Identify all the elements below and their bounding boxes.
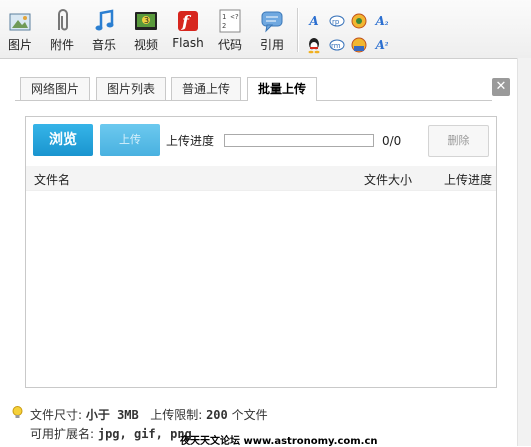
svg-text:1 <?: 1 <?: [222, 13, 239, 21]
close-button[interactable]: ✕: [492, 78, 510, 96]
quote-icon: [260, 8, 284, 34]
lightbulb-icon: [12, 406, 23, 419]
upload-button[interactable]: 上传: [100, 124, 160, 156]
allowed-extensions-text: 可用扩展名: jpg, gif, png: [30, 425, 192, 442]
toolbar-code-label: 代码: [217, 38, 242, 52]
limit-label: 上传限制:: [150, 408, 207, 422]
toolbar-music-label: 音乐: [91, 38, 116, 52]
toolbar-image-label: 图片: [7, 38, 32, 52]
size-value: 小于 3MB: [85, 408, 139, 422]
flash-icon: f: [176, 8, 200, 34]
progress-count: 0/0: [382, 134, 402, 148]
file-list-header: 文件名 文件大小 上传进度: [26, 166, 496, 191]
browse-button[interactable]: 浏览: [33, 124, 93, 156]
limit-value: 200: [206, 408, 228, 422]
music-note-icon: [92, 8, 116, 34]
svg-text:3: 3: [144, 16, 149, 25]
toolbar-quote-button[interactable]: 引用: [252, 8, 292, 56]
limit-unit: 个文件: [227, 408, 268, 422]
scrollbar-track[interactable]: [517, 58, 531, 446]
toolbar-image-button[interactable]: 图片: [0, 8, 40, 56]
toolbar-flash-label: Flash: [172, 36, 204, 50]
image-icon: [8, 8, 32, 34]
tab-batch-upload[interactable]: 批量上传: [247, 77, 318, 101]
tab-image-list[interactable]: 图片列表: [96, 77, 167, 100]
tab-web-image[interactable]: 网络图片: [20, 77, 91, 100]
delete-button[interactable]: 删除: [428, 125, 489, 157]
column-progress: 上传进度: [444, 173, 493, 187]
ext-label: 可用扩展名:: [30, 427, 98, 441]
paperclip-icon: [50, 8, 74, 34]
progress-bar: [224, 134, 374, 147]
toolbar-video-label: 视频: [133, 38, 158, 52]
rm-icon[interactable]: rm: [328, 36, 346, 54]
subscript-icon[interactable]: A₂: [373, 12, 391, 30]
ext-value: jpg, gif, png: [97, 427, 192, 441]
size-label: 文件尺寸:: [30, 408, 86, 422]
column-filename: 文件名: [34, 173, 71, 187]
toolbar-music-button[interactable]: 音乐: [84, 8, 124, 56]
editor-toolbar: 图片 附件 音乐 3 视频 f Flash 1 <? 2 代码 引用 A rp …: [0, 0, 531, 59]
superscript-icon[interactable]: A²: [373, 36, 391, 54]
tab-normal-upload[interactable]: 普通上传: [171, 77, 242, 100]
qq-icon[interactable]: [305, 36, 323, 54]
toolbar-attachment-label: 附件: [49, 38, 74, 52]
replay-icon[interactable]: rp: [328, 12, 346, 30]
video-icon: 3: [134, 8, 158, 34]
toolbar-flash-button[interactable]: f Flash: [168, 8, 208, 56]
upload-limits-text: 文件尺寸: 小于 3MB 上传限制: 200 个文件: [30, 406, 268, 423]
toolbar-code-button[interactable]: 1 <? 2 代码: [210, 8, 250, 56]
toolbar-video-button[interactable]: 3 视频: [126, 8, 166, 56]
toolbar-separator: [297, 8, 299, 52]
media-player-icon[interactable]: [350, 36, 368, 54]
upload-panel: [25, 116, 497, 388]
svg-text:rm: rm: [331, 42, 341, 50]
column-filesize: 文件大小: [364, 173, 413, 187]
svg-text:rp: rp: [332, 18, 340, 26]
progress-label: 上传进度: [166, 134, 215, 148]
watermark-text: 夜天天文论坛 www.astronomy.com.cn: [180, 436, 378, 447]
toolbar-attachment-button[interactable]: 附件: [42, 8, 82, 56]
code-icon: 1 <? 2: [218, 8, 242, 34]
real-media-icon[interactable]: [350, 12, 368, 30]
svg-text:2: 2: [222, 22, 226, 30]
font-style-icon[interactable]: A: [305, 12, 323, 30]
toolbar-quote-label: 引用: [259, 38, 284, 52]
